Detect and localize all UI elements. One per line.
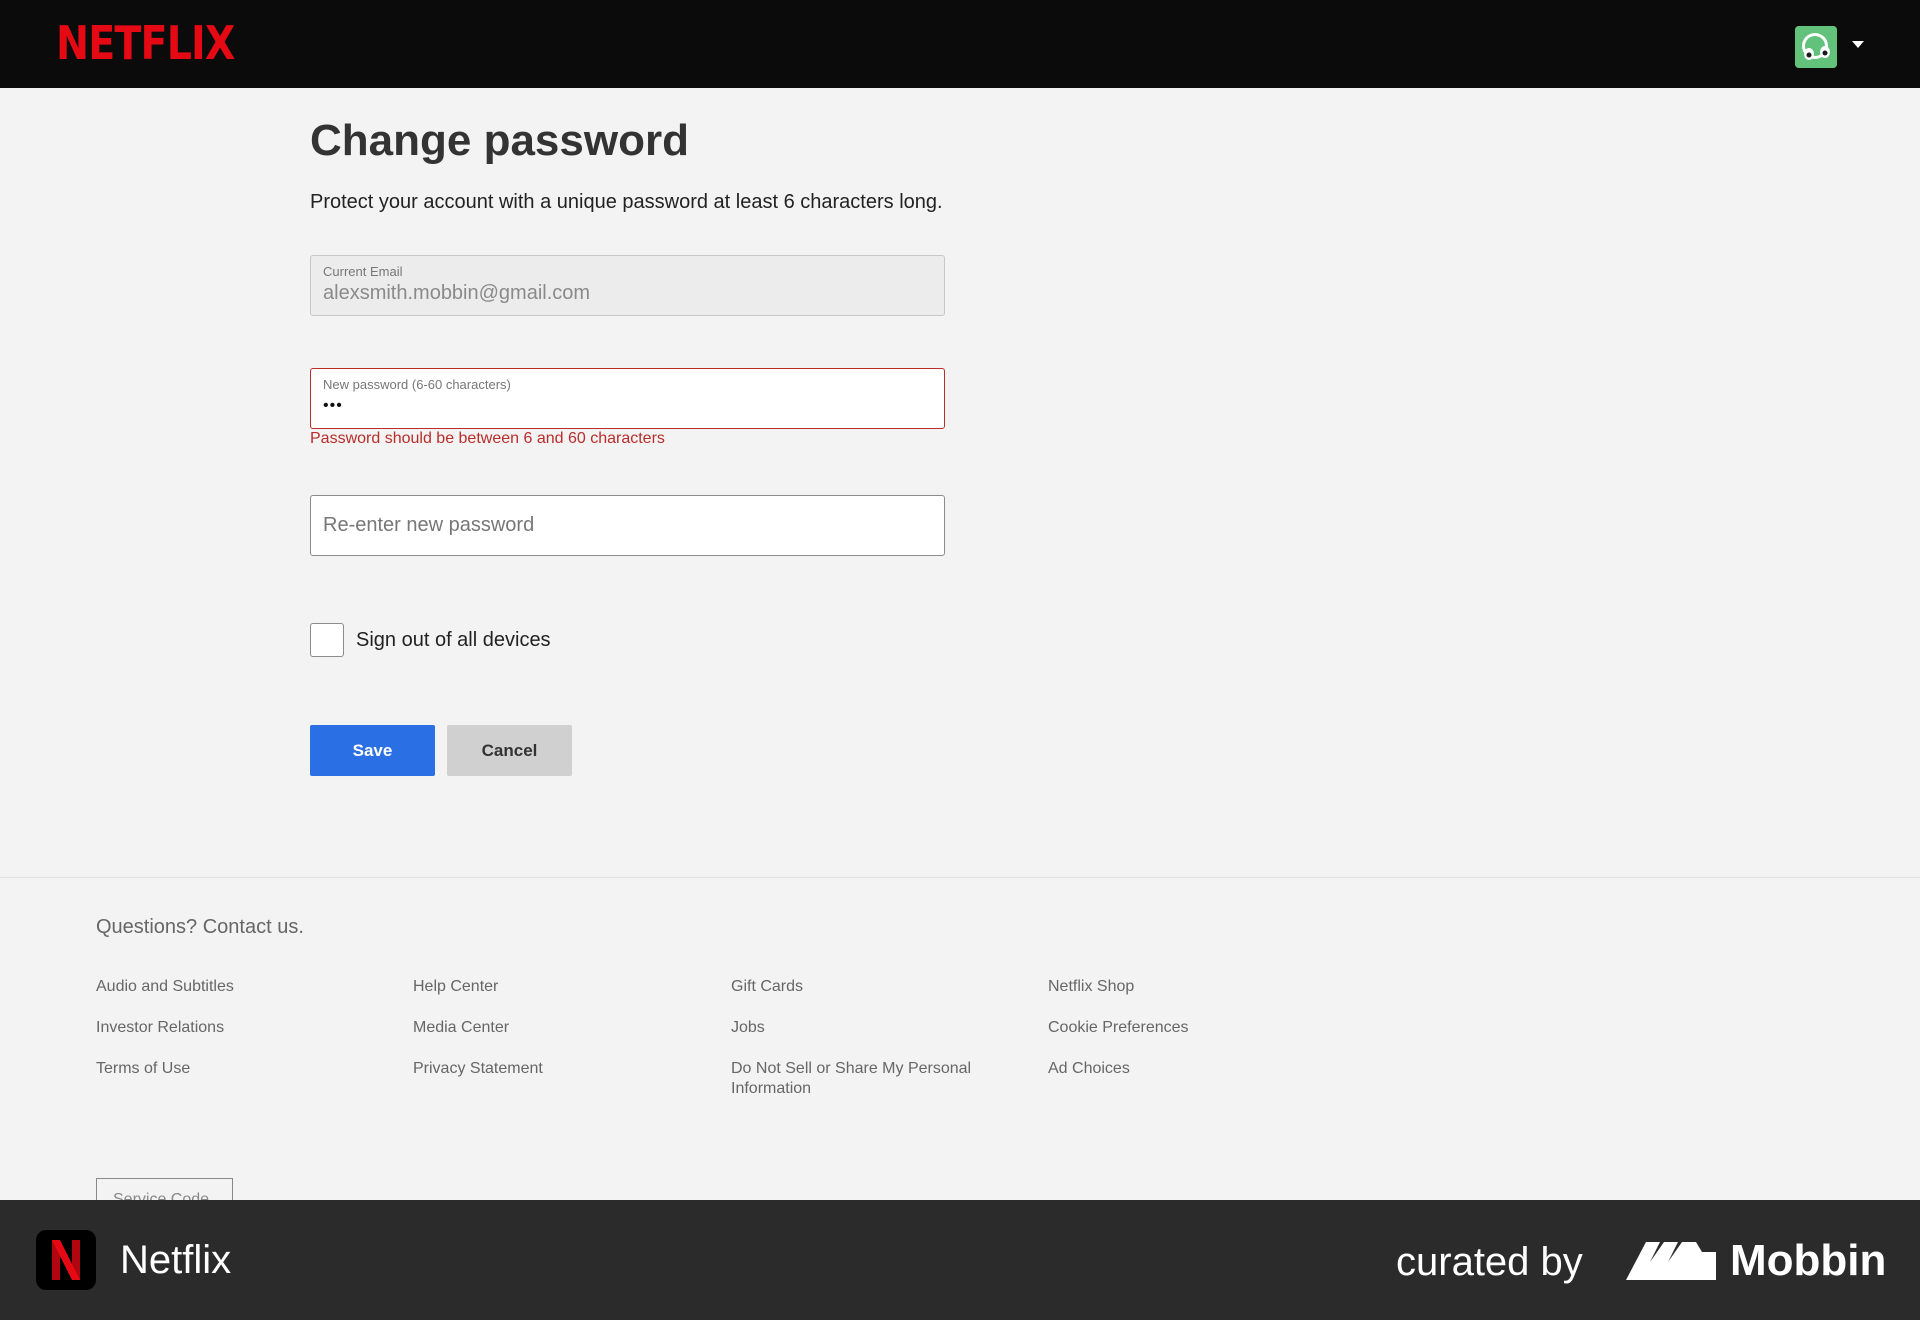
cancel-button[interactable]: Cancel [447, 725, 572, 776]
curated-by-text: curated by [1396, 1240, 1583, 1284]
netflix-logo[interactable]: NETFLIX [56, 18, 235, 68]
new-password-input[interactable]: New password (6-60 characters) ••• [310, 368, 945, 429]
sign-out-all-devices-row[interactable]: Sign out of all devices [310, 623, 551, 657]
mobbin-brand-name: Mobbin [1730, 1236, 1887, 1285]
save-button[interactable]: Save [310, 725, 435, 776]
footer-link-ad-choices[interactable]: Ad Choices [1048, 1059, 1130, 1079]
sign-out-all-devices-checkbox[interactable] [310, 623, 344, 657]
footer-link-gift-cards[interactable]: Gift Cards [731, 977, 803, 997]
contact-us-link[interactable]: Questions? Contact us. [96, 916, 304, 939]
attribution-bar: Netflix curated by Mobbin [0, 1200, 1920, 1320]
footer-link-media-center[interactable]: Media Center [413, 1018, 509, 1038]
profile-avatar-icon[interactable] [1795, 26, 1837, 68]
footer-link-terms-of-use[interactable]: Terms of Use [96, 1059, 190, 1079]
current-email-label: Current Email [323, 264, 403, 279]
new-password-masked-value[interactable]: ••• [323, 397, 343, 415]
caret-down-icon[interactable] [1850, 36, 1866, 52]
mobbin-logo-icon [1626, 1238, 1716, 1287]
netflix-app-icon [36, 1230, 96, 1290]
current-email-value: alexsmith.mobbin@gmail.com [323, 282, 591, 304]
top-navigation-bar: NETFLIX [0, 0, 1920, 88]
footer-link-privacy-statement[interactable]: Privacy Statement [413, 1059, 543, 1079]
new-password-label: New password (6-60 characters) [323, 377, 511, 392]
app-name: Netflix [120, 1238, 232, 1282]
reenter-password-input[interactable]: Re-enter new password [310, 495, 945, 556]
footer-link-netflix-shop[interactable]: Netflix Shop [1048, 977, 1134, 997]
reenter-password-placeholder: Re-enter new password [323, 514, 535, 536]
footer-divider [0, 877, 1920, 878]
footer-link-jobs[interactable]: Jobs [731, 1018, 765, 1038]
page-title: Change password [310, 116, 689, 165]
footer-link-cookie-preferences[interactable]: Cookie Preferences [1048, 1018, 1189, 1038]
page-subtitle: Protect your account with a unique passw… [310, 191, 943, 213]
new-password-error: Password should be between 6 and 60 char… [310, 430, 665, 447]
footer-link-help-center[interactable]: Help Center [413, 977, 498, 997]
current-email-field: Current Email alexsmith.mobbin@gmail.com [310, 255, 945, 316]
footer-link-do-not-sell[interactable]: Do Not Sell or Share My Personal Informa… [731, 1059, 1001, 1099]
sign-out-all-devices-label[interactable]: Sign out of all devices [356, 629, 551, 652]
footer-link-investor-relations[interactable]: Investor Relations [96, 1018, 224, 1038]
footer-link-audio-subtitles[interactable]: Audio and Subtitles [96, 977, 234, 997]
